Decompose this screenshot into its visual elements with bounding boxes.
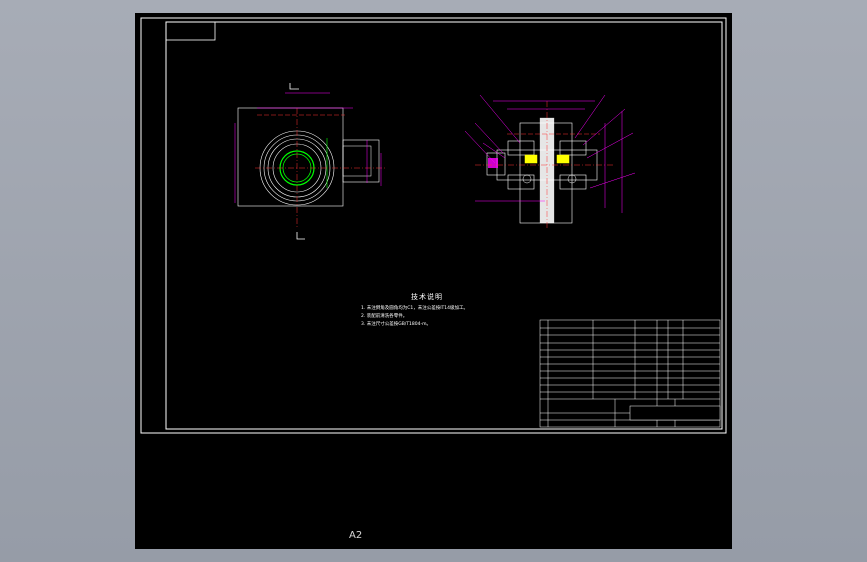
sheet-size-label: A2 <box>349 530 363 541</box>
tech-note-3: 3. 未注尺寸公差按GB/T1804-m。 <box>361 322 432 327</box>
tech-note-1: 1. 未注倒角及圆角均为C1，未注公差按IT14级加工。 <box>361 306 469 311</box>
code-box <box>165 21 216 41</box>
tech-note-2: 2. 装配前清洗各零件。 <box>361 314 408 319</box>
inner-border <box>165 21 723 430</box>
technical-requirements: 技术说明 1. 未注倒角及圆角均为C1，未注公差按IT14级加工。 2. 装配前… <box>361 292 468 329</box>
section-view <box>464 94 636 228</box>
end-view <box>234 83 385 240</box>
drawing-viewport[interactable]: 技术说明 1. 未注倒角及圆角均为C1，未注公差按IT14级加工。 2. 装配前… <box>135 13 732 549</box>
tech-notes-title: 技术说明 <box>411 293 443 301</box>
drawing-canvas <box>140 17 727 434</box>
title-block <box>539 319 721 428</box>
